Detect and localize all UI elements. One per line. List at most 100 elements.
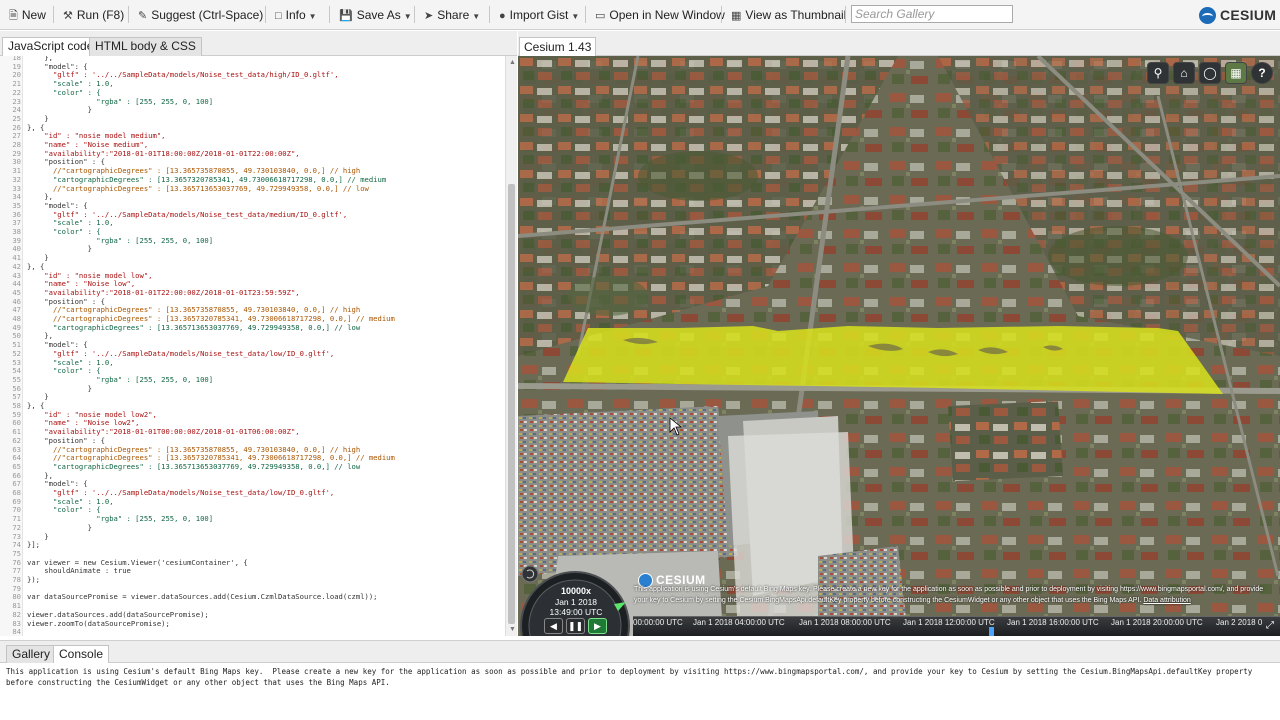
share-button[interactable]: ➤ Share ▼ bbox=[424, 5, 480, 25]
code-line: //"cartographicDegrees" : [13.3657136530… bbox=[27, 183, 369, 193]
line-number-gutter: 18 19 20 21 22 23 24 25 26 27 28 29 30 31 32 33 34 35 36 37… bbox=[0, 56, 23, 636]
animation-time: 13:49:00 UTC bbox=[549, 607, 603, 617]
toolbar-divider bbox=[845, 6, 846, 23]
editor-tab-bar: JavaScript code HTML body & CSS bbox=[0, 31, 517, 57]
search-icon: ⚲ bbox=[1153, 66, 1163, 80]
fullscreen-button[interactable]: ⤢ bbox=[1263, 619, 1277, 633]
code-editor[interactable]: 18 19 20 21 22 23 24 25 26 27 28 29 30 31 32 33 34 35 36 37… bbox=[0, 56, 517, 636]
toolbar-divider bbox=[53, 6, 54, 23]
viewer-tab-bar: Cesium 1.43 bbox=[518, 31, 1280, 57]
toolbar-divider bbox=[585, 6, 586, 23]
code-line: var dataSourcePromise = viewer.dataSourc… bbox=[27, 592, 378, 602]
line-number: 84 bbox=[12, 627, 21, 636]
pause-button[interactable]: ❚❚ bbox=[566, 618, 585, 634]
import-gist-button[interactable]: ● Import Gist ▼ bbox=[499, 5, 579, 25]
save-as-button[interactable]: 💾 Save As ▼ bbox=[339, 5, 412, 25]
play-icon: ▶ bbox=[594, 621, 601, 631]
timeline-tick: Jan 1 2018 20:00:00 UTC bbox=[1111, 618, 1203, 627]
run-button[interactable]: ⚒ Run (F8) bbox=[63, 5, 124, 25]
window-icon: ▭ bbox=[595, 10, 606, 22]
code-line: }); bbox=[27, 575, 40, 584]
chevron-down-icon: ▼ bbox=[472, 12, 481, 21]
timeline-tick: Jan 1 2018 16:00:00 UTC bbox=[1007, 618, 1099, 627]
cesium-logo-icon bbox=[1199, 7, 1216, 24]
aerial-map-scene[interactable] bbox=[518, 56, 1280, 636]
code-line: }]; bbox=[27, 540, 40, 550]
editor-scrollbar[interactable]: ▲ ▼ bbox=[505, 56, 517, 636]
share-icon: ➤ bbox=[424, 10, 434, 22]
suggest-label: Suggest (Ctrl-Space) bbox=[151, 8, 264, 22]
code-line: shouldAnimate : true bbox=[27, 566, 131, 576]
tab-html-body-css[interactable]: HTML body & CSS bbox=[89, 37, 202, 56]
imagery-layer-icon: ▦ bbox=[1230, 66, 1242, 80]
base-layer-picker-button[interactable]: ▦ bbox=[1225, 62, 1247, 84]
toolbar-divider bbox=[721, 6, 722, 23]
timeline-tick: Jan 1 2018 12:00:00 UTC bbox=[903, 618, 995, 627]
save-as-label: Save As bbox=[356, 8, 401, 22]
run-icon: ⚒ bbox=[63, 10, 73, 22]
geocoder-search-button[interactable]: ⚲ bbox=[1147, 62, 1169, 84]
view-thumbnail-button[interactable]: ▦ View as Thumbnail bbox=[731, 5, 846, 25]
toolbar-divider bbox=[489, 6, 490, 23]
help-button[interactable]: ? bbox=[1251, 62, 1273, 84]
pause-icon: ❚❚ bbox=[567, 621, 584, 631]
new-label: New bbox=[21, 8, 46, 22]
console-message: This application is using Cesium's defau… bbox=[6, 667, 1257, 687]
home-button[interactable]: ⌂ bbox=[1173, 62, 1195, 84]
console-panel: This application is using Cesium's defau… bbox=[0, 663, 1280, 720]
play-button[interactable]: ▶ bbox=[588, 618, 607, 634]
info-label: Info bbox=[285, 8, 306, 22]
data-attribution-link[interactable]: Data attribution bbox=[1143, 597, 1190, 604]
globe-icon: ◯ bbox=[1203, 66, 1217, 80]
code-line: "cartographicDegrees" : [13.365713653037… bbox=[27, 322, 361, 332]
timeline-tick: 00:00:00 UTC bbox=[633, 618, 683, 627]
toolbar-divider bbox=[329, 6, 330, 23]
code-line: viewer.zoomTo(dataSourcePromise); bbox=[27, 618, 170, 628]
toolbar-divider bbox=[414, 6, 415, 23]
import-gist-label: Import Gist bbox=[509, 8, 569, 22]
share-label: Share bbox=[437, 8, 470, 22]
run-label: Run (F8) bbox=[76, 8, 125, 22]
animation-speed: 10000x bbox=[560, 586, 592, 596]
code-line: "cartographicDegrees" : [13.365713653037… bbox=[27, 461, 361, 471]
play-reverse-icon: ◀ bbox=[550, 621, 557, 631]
timeline-needle[interactable] bbox=[989, 627, 994, 636]
toolbar-divider bbox=[128, 6, 129, 23]
bottom-tab-bar: Gallery Console bbox=[0, 640, 1280, 665]
thumbnail-icon: ▦ bbox=[731, 10, 742, 22]
tab-javascript-code[interactable]: JavaScript code bbox=[2, 37, 100, 57]
suggest-button[interactable]: ✎ Suggest (Ctrl-Space) bbox=[138, 5, 263, 25]
animation-date: Jan 1 2018 bbox=[554, 597, 598, 607]
scroll-up-icon[interactable]: ▲ bbox=[509, 59, 516, 66]
new-file-icon: 🗎 bbox=[9, 10, 18, 22]
save-icon: 💾 bbox=[339, 10, 353, 22]
toolbar-divider bbox=[265, 6, 266, 23]
info-button[interactable]: □ Info ▼ bbox=[275, 5, 317, 25]
timeline[interactable]: 00:00:00 UTC Jan 1 2018 04:00:00 UTC Jan… bbox=[633, 616, 1280, 636]
github-icon: ● bbox=[499, 10, 506, 22]
tab-cesium-version[interactable]: Cesium 1.43 bbox=[519, 37, 597, 57]
credit-container: This application is using Cesium's defau… bbox=[634, 584, 1274, 606]
home-icon: ⌂ bbox=[1180, 66, 1188, 80]
chevron-down-icon: ▼ bbox=[308, 12, 317, 21]
chevron-down-icon: ▼ bbox=[403, 12, 412, 21]
open-window-label: Open in New Window bbox=[609, 8, 725, 22]
info-icon: □ bbox=[275, 10, 282, 22]
timeline-tick: Jan 1 2018 04:00:00 UTC bbox=[693, 618, 785, 627]
brand-name: CESIUM bbox=[1220, 7, 1277, 23]
timeline-tick: Jan 1 2018 08:00:00 UTC bbox=[799, 618, 891, 627]
fullscreen-icon: ⤢ bbox=[1266, 620, 1274, 631]
thumbnail-label: View as Thumbnail bbox=[745, 8, 847, 22]
tab-gallery[interactable]: Gallery bbox=[6, 645, 57, 664]
open-new-window-button[interactable]: ▭ Open in New Window bbox=[595, 5, 725, 25]
cesium-viewer[interactable]: ⚲ ⌂ ◯ ▦ ? 10000x Jan 1 2018 13:49:00 UTC… bbox=[518, 56, 1280, 636]
suggest-icon: ✎ bbox=[138, 10, 148, 22]
scene-mode-button[interactable]: ◯ bbox=[1199, 62, 1221, 84]
scroll-down-icon[interactable]: ▼ bbox=[509, 626, 516, 633]
chevron-down-icon: ▼ bbox=[571, 12, 580, 21]
tab-console[interactable]: Console bbox=[53, 645, 110, 665]
play-reverse-button[interactable]: ◀ bbox=[544, 618, 563, 634]
new-button[interactable]: 🗎 New bbox=[9, 5, 46, 25]
search-gallery-input[interactable] bbox=[851, 5, 1013, 23]
editor-scrollbar-thumb[interactable] bbox=[508, 184, 515, 624]
